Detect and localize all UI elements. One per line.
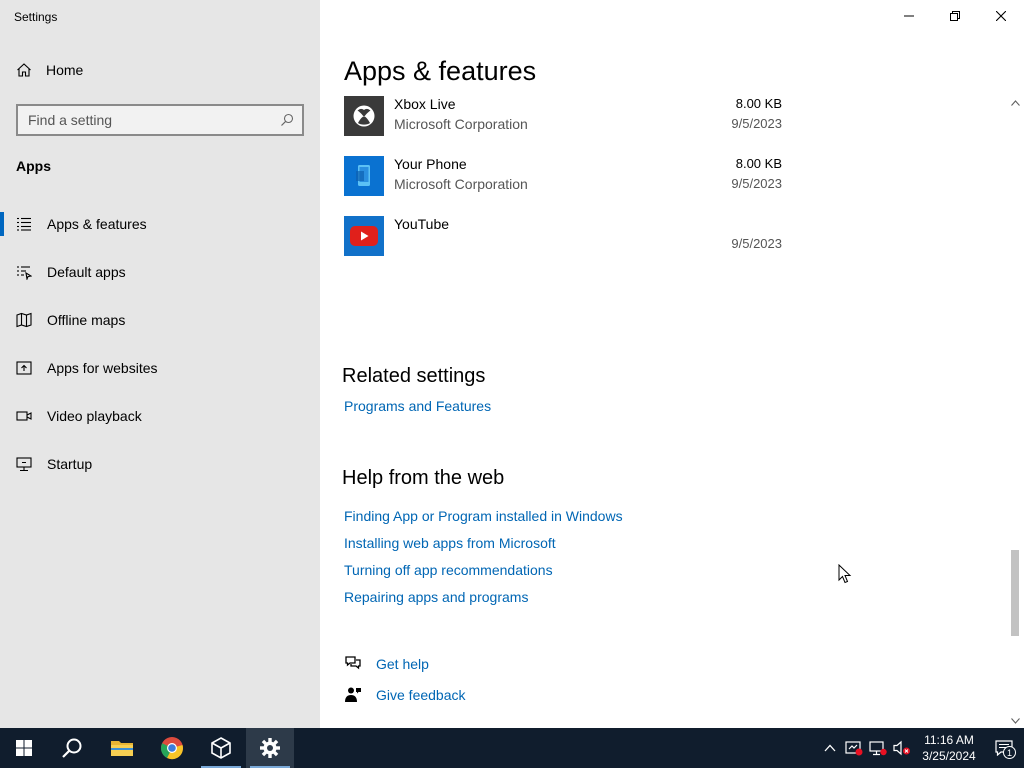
clock-date: 3/25/2024	[922, 749, 976, 763]
sidebar: Settings Home Apps Apps & features Defau…	[0, 0, 320, 728]
network-icon	[869, 741, 887, 756]
home-button[interactable]: Home	[16, 62, 83, 78]
app-list-item-xbox-live[interactable]: Xbox Live Microsoft Corporation 8.00 KB …	[344, 96, 784, 140]
sidebar-item-startup[interactable]: Startup	[0, 440, 320, 488]
scrollbar[interactable]	[1008, 96, 1022, 728]
chat-help-icon	[345, 656, 361, 670]
sidebar-item-default-apps[interactable]: Default apps	[0, 248, 320, 296]
clock[interactable]: 11:16 AM 3/25/2024	[914, 732, 984, 764]
clock-time: 11:16 AM	[924, 733, 974, 747]
get-help-label: Get help	[376, 656, 429, 672]
volume-muted-icon	[893, 740, 910, 756]
file-explorer-button[interactable]	[98, 728, 146, 768]
search-input[interactable]	[28, 112, 280, 128]
app-name: Your Phone	[394, 156, 467, 172]
app-size: 8.00 KB	[735, 156, 782, 171]
app-date: 9/5/2023	[731, 236, 782, 251]
network-tray-button[interactable]	[866, 728, 890, 768]
sidebar-item-apps-features[interactable]: Apps & features	[0, 200, 320, 248]
feedback-icon	[345, 687, 361, 702]
app-size: 8.00 KB	[735, 96, 782, 111]
app-list-item-youtube[interactable]: YouTube 9/5/2023	[344, 216, 784, 260]
search-icon[interactable]	[280, 113, 294, 127]
chrome-icon	[160, 737, 183, 760]
sidebar-item-label: Apps & features	[47, 216, 147, 232]
help-link-repairing-apps[interactable]: Repairing apps and programs	[344, 589, 528, 605]
sidebar-nav: Apps & features Default apps Offline map…	[0, 200, 320, 488]
get-help-link[interactable]: Get help	[344, 655, 429, 673]
app-list-item-your-phone[interactable]: Your Phone Microsoft Corporation 8.00 KB…	[344, 156, 784, 200]
app-name: YouTube	[394, 216, 450, 232]
volume-tray-button[interactable]	[890, 728, 914, 768]
search-icon	[62, 738, 82, 758]
chevron-up-icon	[824, 744, 836, 752]
main-content: Apps & features Xbox Live Microsoft Corp…	[320, 0, 1024, 728]
related-settings-heading: Related settings	[342, 365, 486, 387]
app-date: 9/5/2023	[731, 176, 782, 191]
chevron-down-icon	[1010, 718, 1020, 724]
sidebar-item-label: Startup	[47, 456, 93, 472]
start-button[interactable]	[0, 728, 48, 768]
youtube-icon	[344, 216, 384, 256]
sidebar-item-offline-maps[interactable]: Offline maps	[0, 296, 320, 344]
sidebar-item-label: Apps for websites	[47, 360, 158, 376]
security-tray-button[interactable]	[842, 728, 866, 768]
home-label: Home	[46, 62, 84, 78]
sidebar-item-apps-for-websites[interactable]: Apps for websites	[0, 344, 320, 392]
sidebar-item-label: Offline maps	[47, 312, 126, 328]
gear-icon	[260, 738, 280, 758]
search-taskbar-button[interactable]	[48, 728, 96, 768]
unity-button[interactable]	[197, 728, 245, 768]
mouse-cursor-icon	[838, 564, 852, 584]
page-title: Apps & features	[344, 56, 537, 86]
help-link-installing-web-apps[interactable]: Installing web apps from Microsoft	[344, 535, 556, 551]
windows-logo-icon	[16, 740, 32, 756]
search-box[interactable]	[16, 104, 304, 136]
chrome-button[interactable]	[148, 728, 196, 768]
app-publisher: Microsoft Corporation	[394, 176, 528, 192]
sidebar-item-video-playback[interactable]: Video playback	[0, 392, 320, 440]
settings-taskbar-button[interactable]	[246, 728, 294, 768]
window-title: Settings	[14, 10, 58, 24]
video-icon	[16, 408, 32, 424]
app-publisher: Microsoft Corporation	[394, 116, 528, 132]
give-feedback-label: Give feedback	[376, 687, 466, 703]
home-icon	[17, 63, 31, 77]
scrollbar-thumb[interactable]	[1011, 550, 1019, 637]
show-hidden-icons-button[interactable]	[818, 728, 842, 768]
folder-icon	[111, 741, 133, 756]
app-date: 9/5/2023	[731, 116, 782, 131]
map-icon	[16, 312, 32, 328]
help-link-turning-off-recommendations[interactable]: Turning off app recommendations	[344, 562, 553, 578]
web-app-icon	[16, 360, 32, 376]
sidebar-item-label: Video playback	[47, 408, 142, 424]
notification-count-badge: 1	[1003, 746, 1016, 759]
scroll-down-button[interactable]	[1008, 714, 1022, 728]
list-icon	[16, 216, 32, 232]
app-name: Xbox Live	[394, 96, 456, 112]
scroll-up-button[interactable]	[1008, 96, 1022, 110]
startup-icon	[16, 456, 32, 472]
help-web-heading: Help from the web	[342, 467, 505, 489]
xbox-icon	[344, 96, 384, 136]
shield-warning-icon	[845, 741, 863, 756]
chevron-up-icon	[1010, 100, 1020, 106]
programs-and-features-link[interactable]: Programs and Features	[344, 398, 491, 414]
action-center-button[interactable]: 1	[984, 728, 1024, 768]
system-tray: 11:16 AM 3/25/2024 1	[818, 728, 1024, 768]
taskbar: 11:16 AM 3/25/2024 1	[0, 728, 1024, 768]
sidebar-item-label: Default apps	[47, 264, 126, 280]
help-link-finding-app[interactable]: Finding App or Program installed in Wind…	[344, 508, 623, 524]
unity-icon	[211, 737, 231, 759]
give-feedback-link[interactable]: Give feedback	[344, 686, 466, 704]
phone-icon	[344, 156, 384, 196]
section-heading: Apps	[16, 158, 51, 174]
default-apps-icon	[16, 264, 32, 280]
